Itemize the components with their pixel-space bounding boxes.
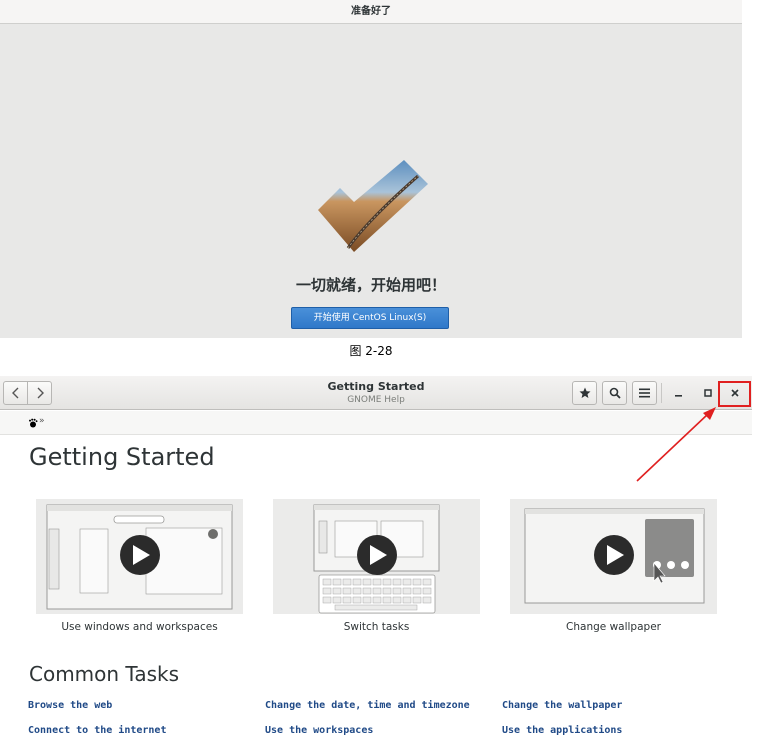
annotation-arrow [636, 407, 716, 482]
